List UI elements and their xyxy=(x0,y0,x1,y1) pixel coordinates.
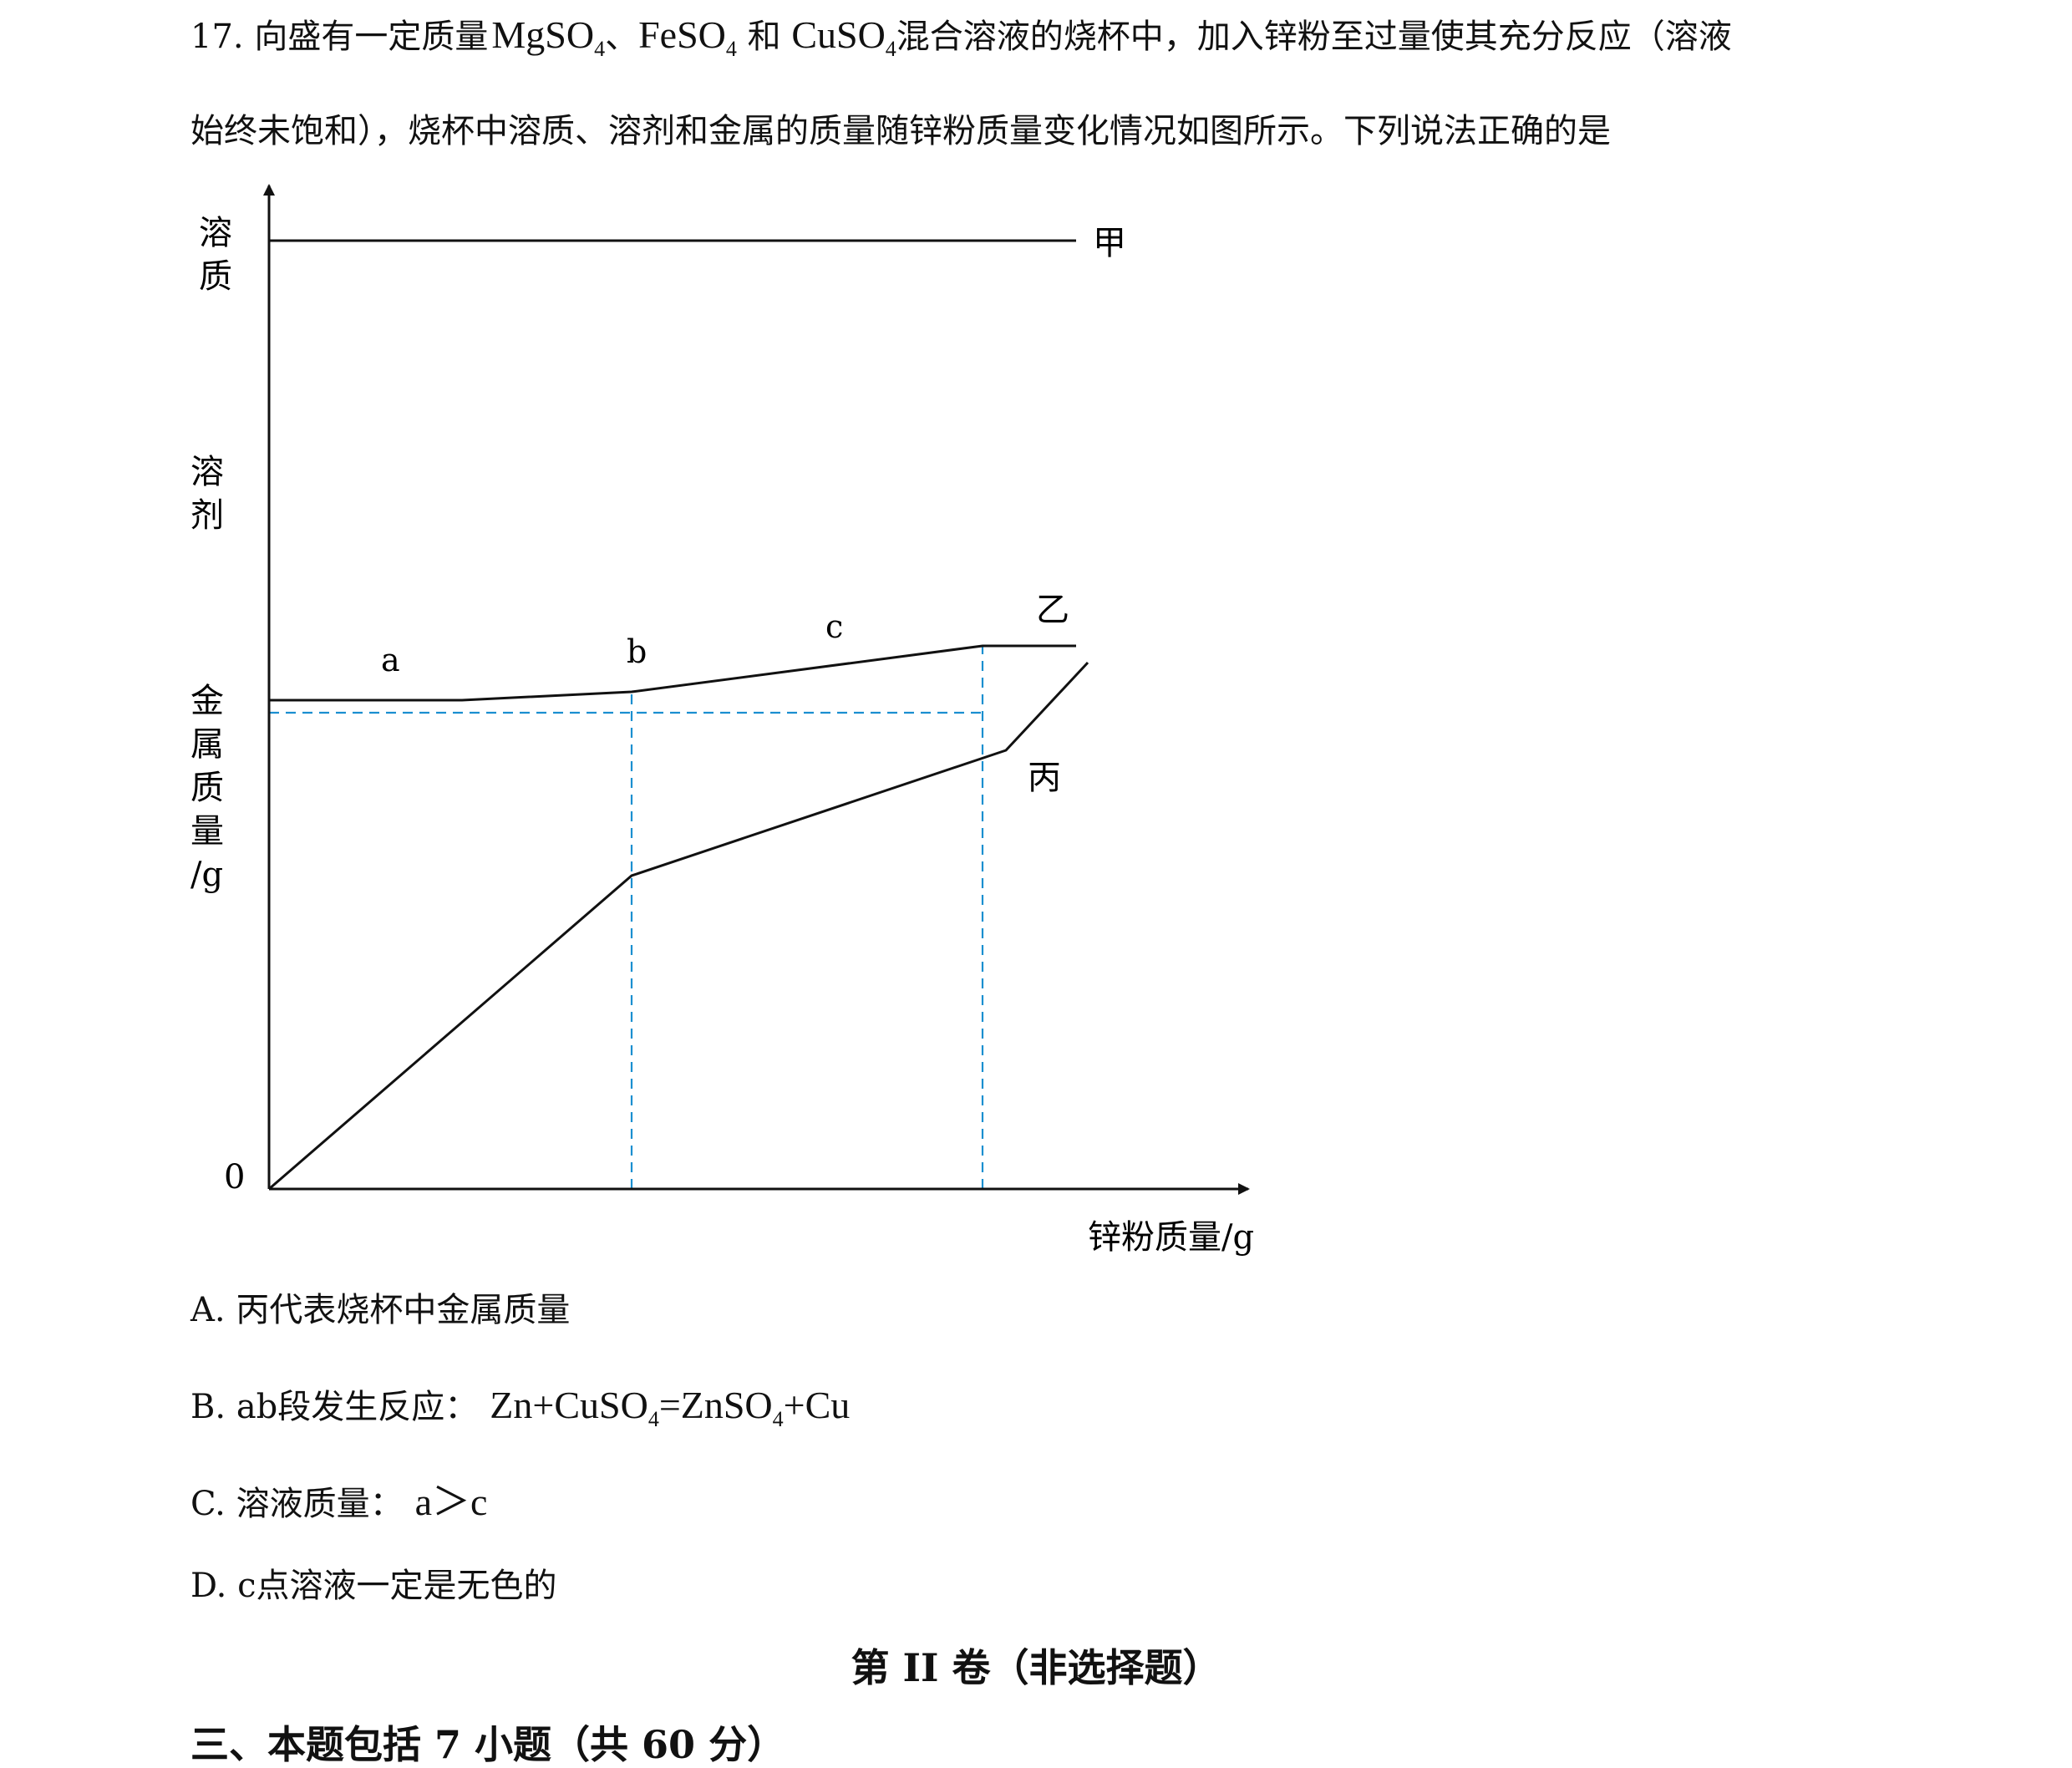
option-b-label: B. ab xyxy=(190,1388,278,1426)
point-label-c: c xyxy=(825,608,843,645)
y-label-metal-char: /g xyxy=(190,856,223,894)
point-label-a: a xyxy=(381,642,400,678)
series-label-3: 丙 xyxy=(1028,759,1061,797)
option-d-label: D. c xyxy=(190,1567,256,1605)
option-a-label: A. xyxy=(190,1291,226,1329)
series-label-2: 乙 xyxy=(1036,591,1069,629)
series-line-3 xyxy=(268,661,1089,1191)
section-title: 第 II 卷（非选择题） xyxy=(851,1645,1221,1690)
option-c[interactable]: C. 溶液质量： a＞c xyxy=(190,1477,487,1529)
chart-axes xyxy=(263,184,1250,1195)
option-a[interactable]: A. 丙代表烧杯中金属质量 xyxy=(190,1285,570,1335)
y-label-solvent-char: 剂 xyxy=(190,496,224,535)
y-label-metal-char: 金 xyxy=(190,682,224,720)
option-a-text: 丙代表烧杯中金属质量 xyxy=(236,1291,571,1329)
y-label-solute-char: 质 xyxy=(199,257,232,296)
option-d[interactable]: D. c点溶液一定是无色的 xyxy=(190,1561,556,1611)
point-label-b: b xyxy=(627,633,647,670)
chart-series xyxy=(268,239,1089,1191)
option-b-equation: Zn+CuSO4=ZnSO4+Cu xyxy=(490,1384,851,1431)
option-c-label: C. xyxy=(190,1485,226,1523)
y-label-metal-char: 属 xyxy=(190,725,224,764)
option-c-text: 溶液质量： xyxy=(236,1485,404,1523)
option-b-text: 段发生反应： xyxy=(277,1388,479,1426)
option-c-compare: a＞c xyxy=(414,1481,488,1523)
series-label-1: 甲 xyxy=(1093,224,1126,262)
y-label-solvent-char: 溶 xyxy=(190,453,224,491)
x-axis-label: 锌粉质量/g xyxy=(1088,1218,1254,1257)
part-title: 三、本题包括 7 小题（共 60 分） xyxy=(190,1722,786,1767)
origin-label: 0 xyxy=(224,1158,245,1196)
chart-labels: 0锌粉质量/g溶质溶剂金属质量/g甲乙丙a bc xyxy=(190,214,1254,1257)
y-label-solute-char: 溶 xyxy=(199,214,232,252)
guide-lines xyxy=(269,646,984,1189)
y-label-metal-char: 质 xyxy=(190,769,224,807)
option-d-text: 点溶液一定是无色的 xyxy=(256,1567,557,1605)
option-b[interactable]: B. ab段发生反应： Zn+CuSO4=ZnSO4+Cu xyxy=(190,1380,850,1445)
y-label-metal-char: 量 xyxy=(190,812,224,851)
